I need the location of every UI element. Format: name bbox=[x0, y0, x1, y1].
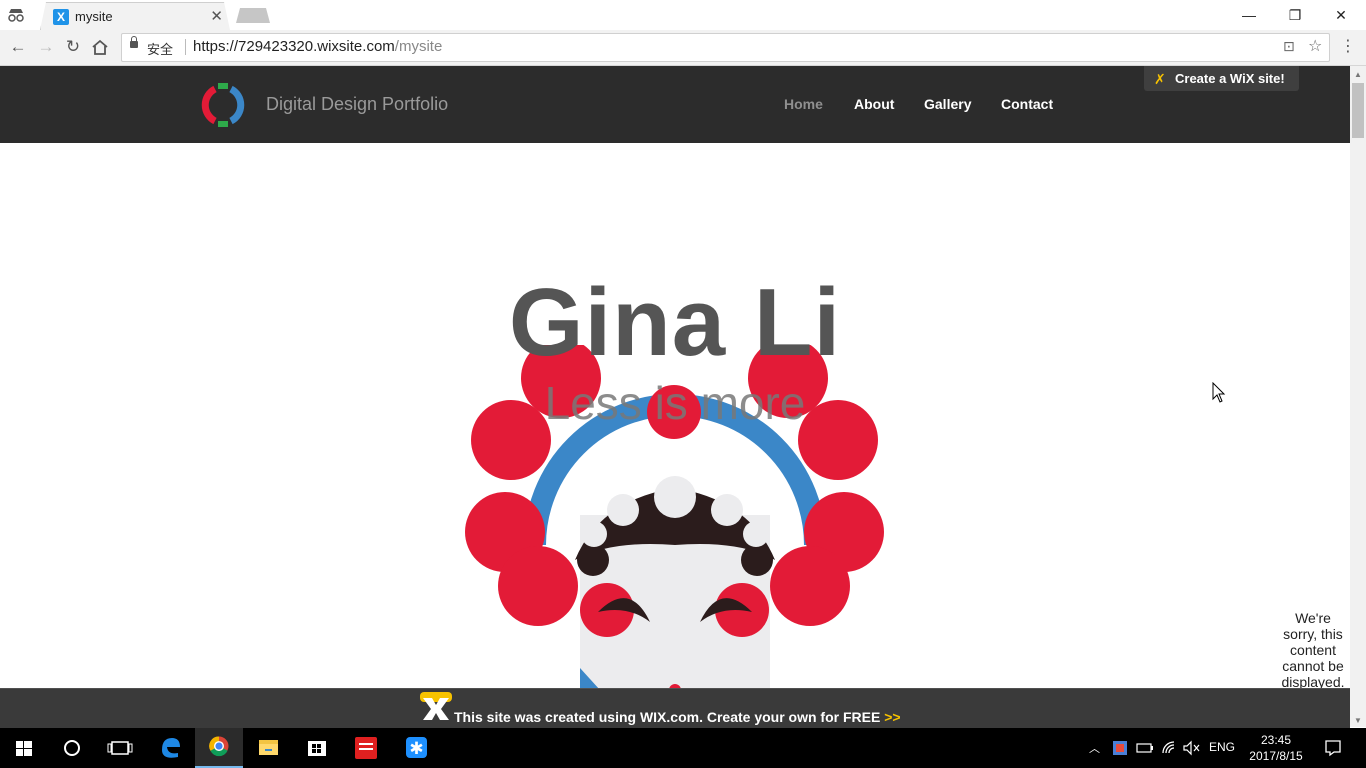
clock-time: 23:45 bbox=[1260, 733, 1292, 747]
forward-arrow-icon[interactable]: → bbox=[35, 36, 57, 58]
site-title[interactable]: Digital Design Portfolio bbox=[266, 94, 448, 115]
browser-menu-icon[interactable]: ⋮ bbox=[1340, 36, 1356, 56]
browser-tab[interactable]: X mysite ✕ bbox=[40, 2, 230, 30]
home-icon[interactable] bbox=[91, 39, 109, 56]
content-unavailable-notice: We're sorry, this content cannot be disp… bbox=[1281, 610, 1345, 690]
reload-icon[interactable]: ↻ bbox=[62, 36, 84, 58]
translate-icon[interactable]: ⊡ bbox=[1283, 38, 1295, 55]
wix-x-icon: ✗ bbox=[1154, 71, 1166, 87]
window-close-button[interactable]: ✕ bbox=[1318, 4, 1364, 26]
clock-date: 2017/8/15 bbox=[1249, 749, 1303, 763]
page-scrollbar[interactable]: ▲ ▼ bbox=[1350, 66, 1366, 727]
wix-favicon-icon: X bbox=[53, 9, 69, 25]
svg-text:✱: ✱ bbox=[409, 739, 423, 759]
create-wix-site-button[interactable]: ✗ Create a WiX site! bbox=[1144, 66, 1299, 91]
scroll-thumb[interactable] bbox=[1352, 83, 1364, 138]
app-star-icon[interactable]: ✱ bbox=[392, 728, 440, 768]
tab-title: mysite bbox=[75, 9, 113, 24]
nav-gallery[interactable]: Gallery bbox=[924, 96, 971, 112]
nav-about[interactable]: About bbox=[854, 96, 894, 112]
clock[interactable]: 23:45 2017/8/15 bbox=[1246, 732, 1306, 764]
browser-toolbar: ← → ↻ 安全 https://729423320.wixsite.com/m… bbox=[0, 30, 1366, 66]
restore-button[interactable]: ❐ bbox=[1272, 4, 1318, 26]
hero-tagline: Less is more bbox=[544, 377, 806, 429]
tray-expand-icon[interactable]: ︿ bbox=[1089, 740, 1100, 756]
language-indicator[interactable]: ENG bbox=[1209, 740, 1235, 754]
windows-start-icon[interactable] bbox=[0, 728, 48, 768]
lock-icon bbox=[130, 36, 138, 48]
back-arrow-icon[interactable]: ← bbox=[7, 36, 29, 58]
new-tab-button[interactable] bbox=[236, 8, 270, 23]
url-text[interactable]: https://729423320.wixsite.com/mysite bbox=[193, 38, 442, 55]
edge-browser-icon[interactable] bbox=[146, 728, 194, 768]
mouse-cursor-icon bbox=[1212, 382, 1226, 403]
hero-name: Gina Li bbox=[508, 269, 842, 376]
nav-contact[interactable]: Contact bbox=[1001, 96, 1053, 112]
scroll-up-arrow-icon[interactable]: ▲ bbox=[1354, 70, 1362, 79]
nav-home[interactable]: Home bbox=[784, 96, 823, 112]
volume-muted-icon[interactable] bbox=[1183, 740, 1201, 756]
address-bar[interactable]: 安全 https://729423320.wixsite.com/mysite … bbox=[121, 33, 1330, 62]
file-explorer-icon[interactable] bbox=[244, 728, 292, 768]
wix-logo-icon bbox=[420, 692, 452, 720]
chrome-browser-icon[interactable] bbox=[195, 728, 243, 768]
tab-close-icon[interactable]: ✕ bbox=[210, 7, 223, 25]
minimize-button[interactable]: — bbox=[1226, 4, 1272, 26]
battery-icon[interactable] bbox=[1136, 741, 1154, 755]
secure-label: 安全 bbox=[147, 42, 174, 57]
site-header: Digital Design Portfolio Home About Gall… bbox=[0, 66, 1350, 143]
wix-banner-link[interactable]: This site was created using WIX.com. Cre… bbox=[454, 709, 901, 725]
logo-icon[interactable] bbox=[199, 81, 247, 129]
scroll-down-arrow-icon[interactable]: ▼ bbox=[1354, 716, 1362, 725]
windows-taskbar: ✱ ︿ ENG 23:45 2017/8/15 bbox=[0, 728, 1366, 768]
tab-strip: X mysite ✕ — ❐ ✕ bbox=[0, 0, 1366, 30]
divider bbox=[185, 39, 186, 55]
wix-ad-banner[interactable]: This site was created using WIX.com. Cre… bbox=[0, 688, 1350, 728]
action-center-icon[interactable] bbox=[1324, 739, 1342, 757]
search-cortana-icon[interactable] bbox=[48, 728, 96, 768]
incognito-icon bbox=[8, 9, 24, 22]
wifi-icon[interactable] bbox=[1161, 740, 1179, 756]
bookmark-star-icon[interactable]: ☆ bbox=[1308, 36, 1322, 56]
tray-app-icon[interactable] bbox=[1112, 740, 1128, 756]
store-icon[interactable] bbox=[293, 728, 341, 768]
task-view-icon[interactable] bbox=[96, 728, 144, 768]
youdao-dictionary-icon[interactable] bbox=[342, 728, 390, 768]
